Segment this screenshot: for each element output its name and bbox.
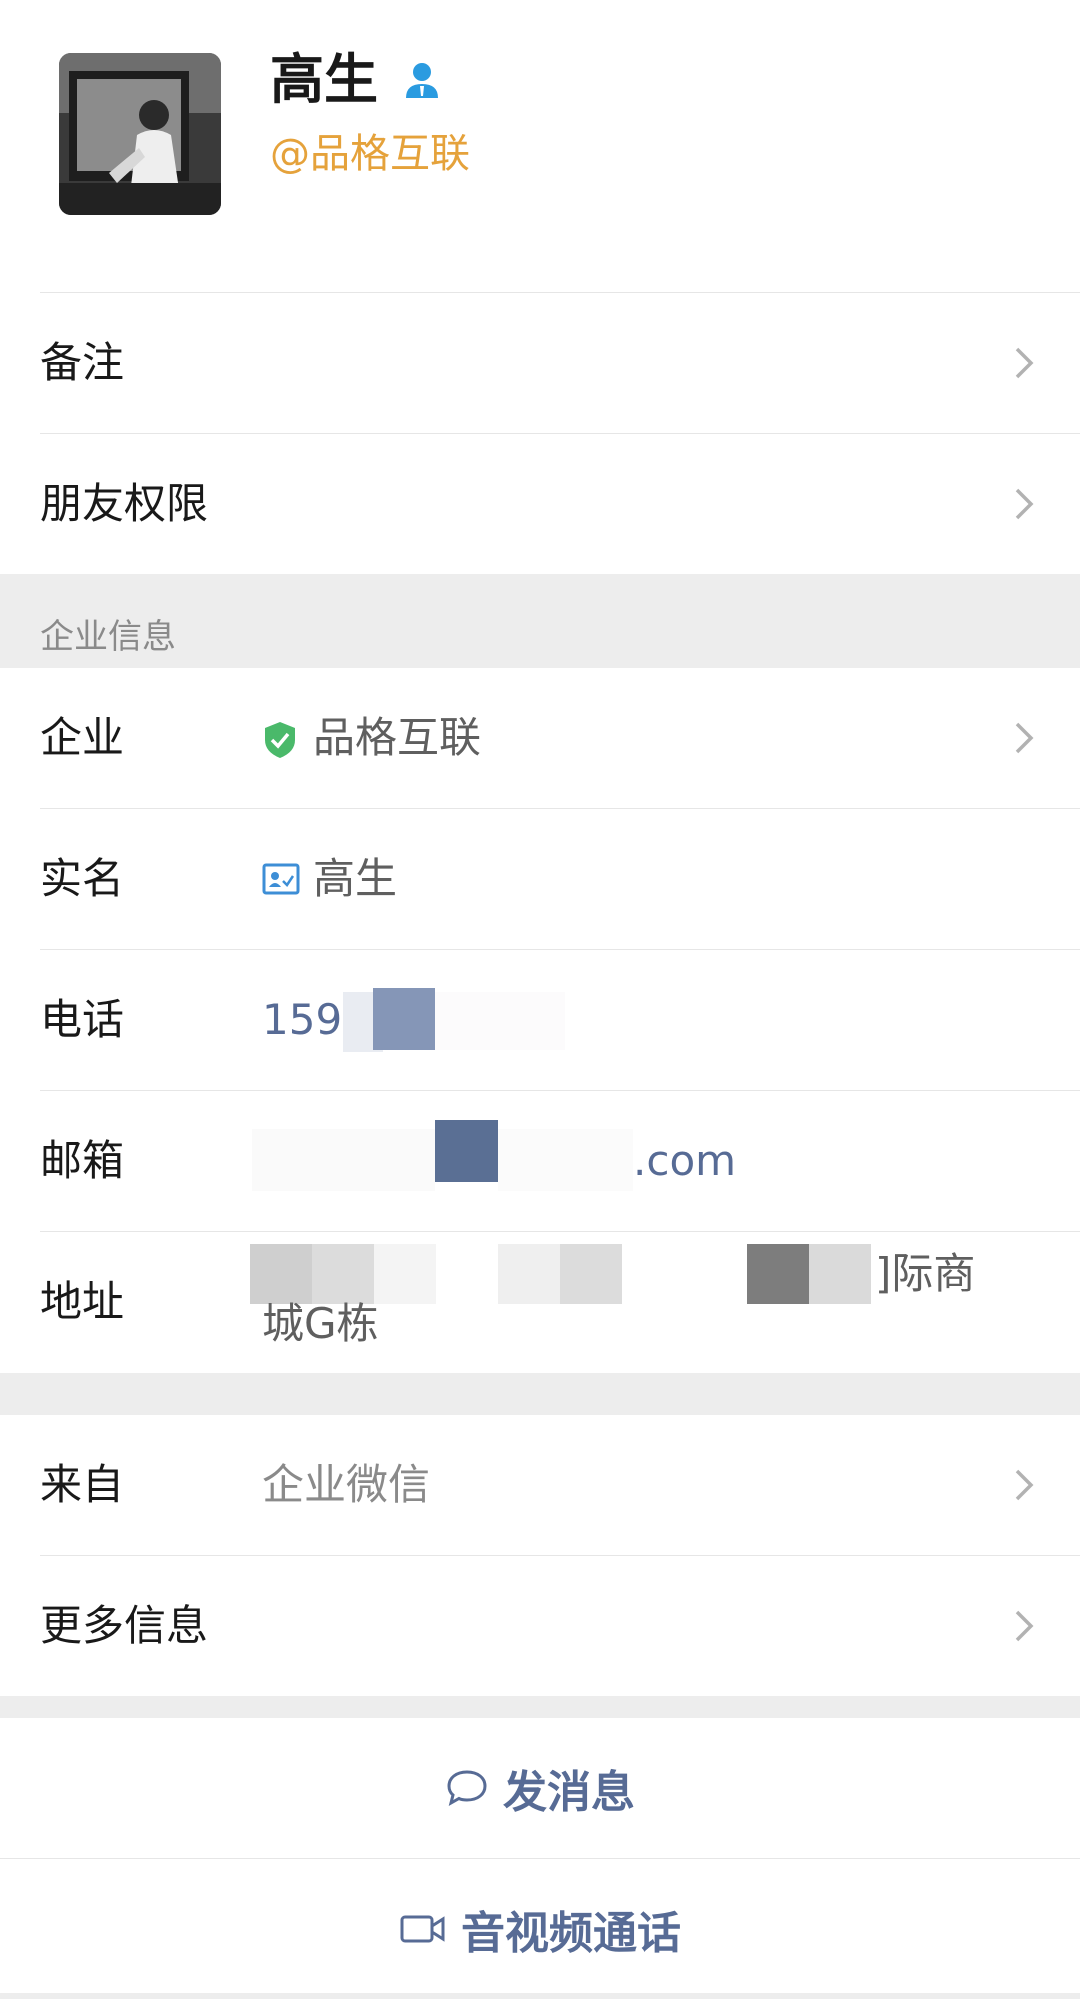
redacted-block	[747, 1244, 809, 1304]
more-info-row[interactable]: 更多信息	[0, 1556, 1080, 1696]
realname-row: 实名 高生	[0, 809, 1080, 949]
chevron-right-icon	[1015, 488, 1034, 520]
email-label: 邮箱	[40, 1136, 125, 1185]
id-card-icon	[262, 863, 300, 895]
email-row[interactable]: 邮箱 .com	[0, 1091, 1080, 1231]
send-message-label: 发消息	[503, 1767, 635, 1818]
video-camera-icon	[400, 1915, 445, 1943]
friend-permission-row[interactable]: 朋友权限	[0, 434, 1080, 574]
chevron-right-icon	[1015, 1610, 1034, 1642]
profile-handle[interactable]: @品格互联	[270, 128, 470, 180]
avatar[interactable]	[59, 53, 221, 215]
realname-value: 高生	[313, 854, 398, 903]
redacted-block	[374, 1244, 436, 1304]
phone-label: 电话	[40, 995, 125, 1044]
redacted-block	[373, 988, 435, 1050]
redacted-block	[435, 1120, 498, 1182]
enterprise-label: 企业	[40, 713, 125, 762]
enterprise-value: 品格互联	[313, 713, 482, 762]
redacted-block	[809, 1244, 871, 1304]
company-info-group: 企业 品格互联 实名 高生 电话 159( 邮箱 .com 地址]际商 城G栋	[0, 668, 1080, 1373]
redacted-block	[435, 992, 565, 1050]
redacted-block	[250, 1244, 312, 1304]
send-message-button[interactable]: 发消息	[0, 1718, 1080, 1858]
video-call-label: 音视频通话	[461, 1908, 681, 1959]
address-row[interactable]: 地址 ]际商 城G栋	[0, 1232, 1080, 1373]
source-value: 企业微信	[262, 1460, 431, 1509]
remark-label: 备注	[40, 338, 125, 387]
verified-shield-icon	[265, 722, 295, 758]
action-group: 发消息 音视频通话	[0, 1718, 1080, 1993]
chevron-right-icon	[1015, 1469, 1034, 1501]
redacted-block	[252, 1129, 435, 1191]
source-row[interactable]: 来自 企业微信	[0, 1415, 1080, 1555]
address-line2: 城G栋	[262, 1299, 379, 1348]
email-value[interactable]: .com	[633, 1091, 736, 1231]
section-title: 企业信息	[40, 617, 176, 657]
profile-header: 高生 @品格互联	[0, 0, 1080, 292]
address-line1: ]际商	[875, 1249, 976, 1298]
person-icon	[406, 63, 438, 98]
redacted-block	[498, 1244, 560, 1304]
profile-name: 高生	[270, 48, 378, 111]
realname-label: 实名	[40, 854, 125, 903]
chevron-right-icon	[1015, 722, 1034, 754]
source-label: 来自	[40, 1460, 125, 1509]
remark-row[interactable]: 备注	[0, 293, 1080, 433]
redacted-block	[312, 1244, 374, 1304]
settings-group: 备注 朋友权限	[0, 292, 1080, 574]
phone-row[interactable]: 电话 159(	[0, 950, 1080, 1090]
video-call-button[interactable]: 音视频通话	[0, 1859, 1080, 1999]
enterprise-row[interactable]: 企业 品格互联	[0, 668, 1080, 808]
chevron-right-icon	[1015, 347, 1034, 379]
redacted-block	[560, 1244, 622, 1304]
friend-permission-label: 朋友权限	[40, 479, 209, 528]
more-info-label: 更多信息	[40, 1601, 209, 1650]
chat-bubble-icon	[447, 1770, 487, 1807]
redacted-block	[498, 1129, 633, 1191]
more-info-group: 来自 企业微信 更多信息	[0, 1415, 1080, 1696]
address-label: 地址	[40, 1277, 125, 1326]
